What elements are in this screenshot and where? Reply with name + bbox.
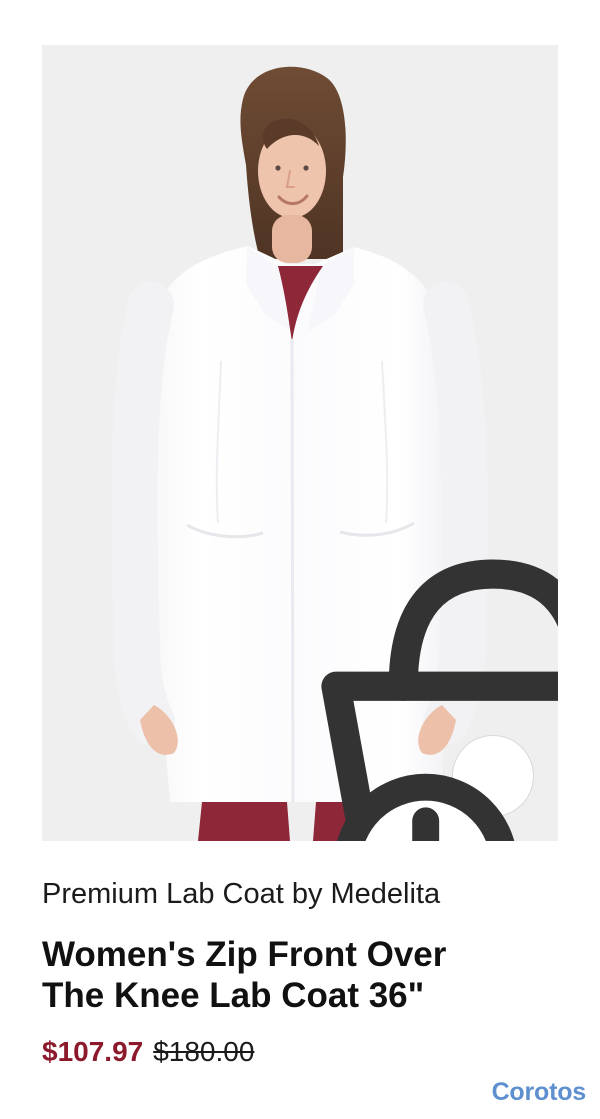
product-card[interactable]: Premium Lab Coat by Medelita Women's Zip…	[0, 0, 600, 1119]
product-image[interactable]	[42, 45, 558, 841]
product-title-line-2: The Knee Lab Coat 36"	[42, 976, 425, 1015]
price-row: $107.97 $180.00	[42, 1034, 254, 1070]
bag-add-icon	[235, 378, 558, 841]
sale-price: $107.97	[42, 1036, 144, 1067]
watermark-logo: Corotos	[491, 1078, 587, 1106]
original-price: $180.00	[153, 1036, 255, 1067]
product-title[interactable]: Women's Zip Front Over The Knee Lab Coat…	[42, 934, 562, 1016]
brand-line: Premium Lab Coat by Medelita	[42, 878, 441, 910]
product-title-line-1: Women's Zip Front Over	[42, 935, 447, 974]
add-to-bag-button[interactable]	[321, 559, 558, 841]
